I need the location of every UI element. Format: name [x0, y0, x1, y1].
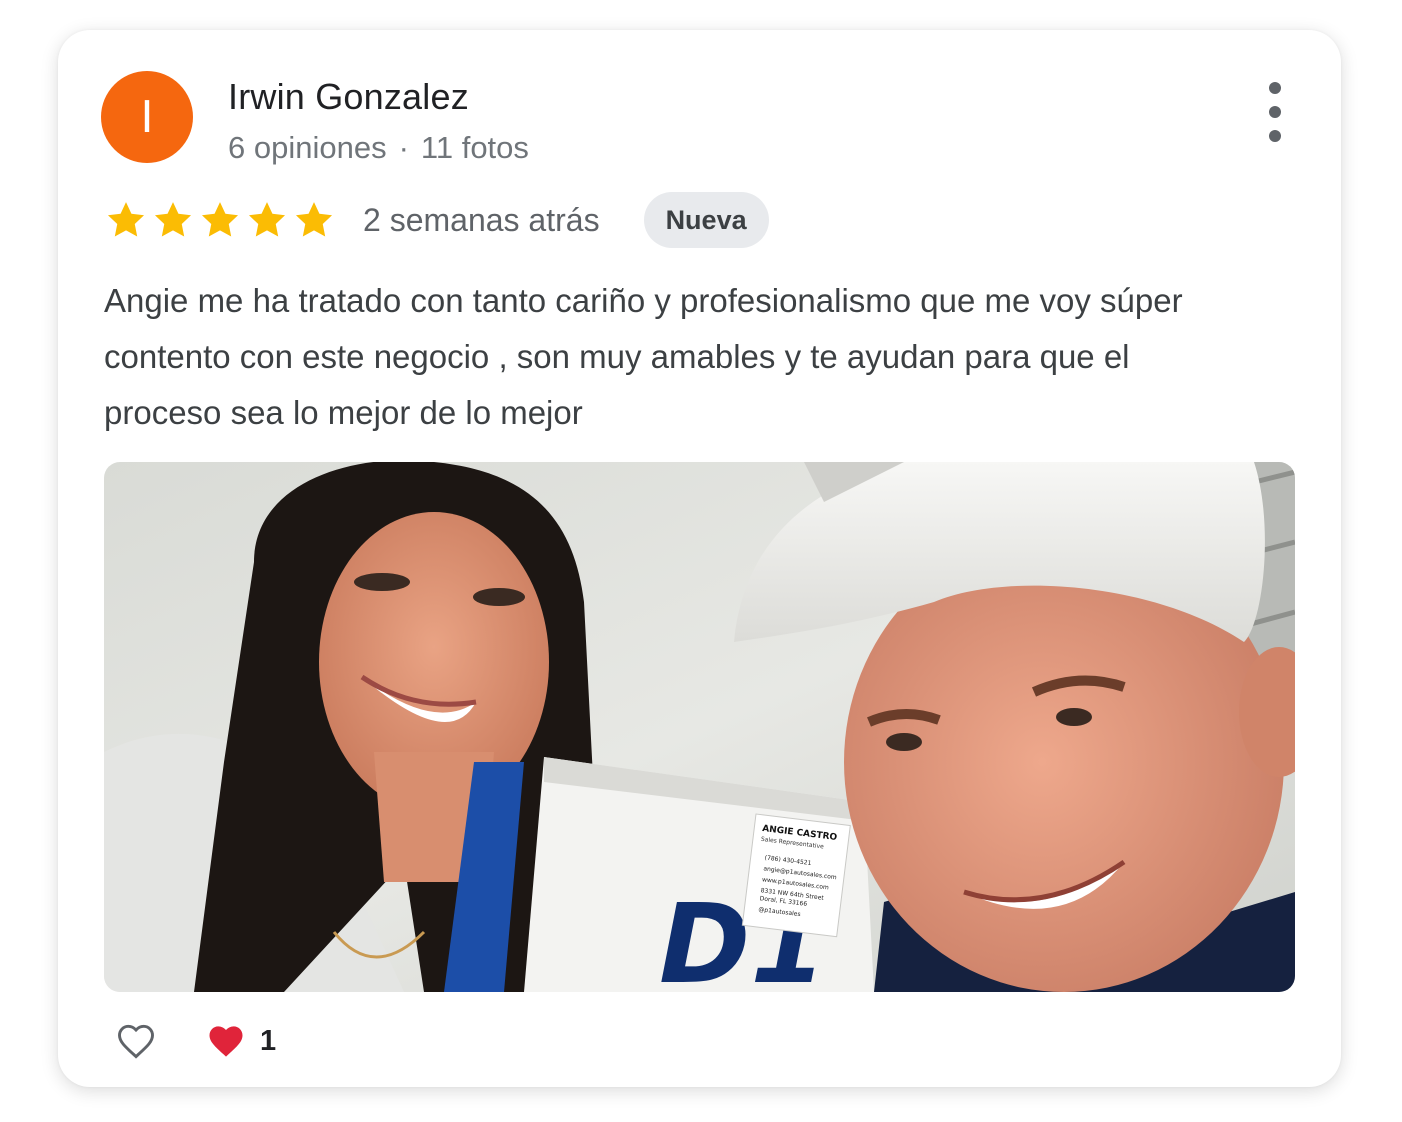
meta-separator: · [398, 130, 409, 165]
new-badge: Nueva [643, 192, 769, 248]
star-icon [201, 202, 239, 237]
author-meta: 6 opiniones · 11 fotos [228, 130, 529, 166]
star-icon [107, 202, 145, 237]
photos-count: 11 fotos [420, 130, 529, 165]
reviews-count: 6 opiniones [228, 130, 387, 165]
author-name[interactable]: Irwin Gonzalez [228, 76, 469, 118]
heart-outline-icon[interactable] [114, 1019, 158, 1063]
review-card: I Irwin Gonzalez 6 opiniones · 11 fotos … [58, 30, 1341, 1087]
star-rating [105, 199, 335, 241]
selfie-photo: D1 ANGIE CASTRO Sales Representative (78… [104, 462, 1295, 992]
avatar[interactable]: I [101, 71, 193, 163]
review-actions: 1 [114, 1015, 276, 1067]
star-icon [248, 202, 286, 237]
love-count: 1 [260, 1024, 277, 1057]
star-icon [154, 202, 192, 237]
review-date: 2 semanas atrás [363, 201, 600, 238]
love-reaction-button[interactable]: 1 [204, 1019, 276, 1063]
review-text: Angie me ha tratado con tanto cariño y p… [104, 282, 1183, 431]
heart-filled-icon [209, 1026, 243, 1057]
avatar-initial: I [140, 91, 154, 143]
rating-row: 2 semanas atrás Nueva [105, 190, 769, 250]
more-options-icon[interactable] [1258, 82, 1292, 142]
star-icon [295, 202, 333, 237]
review-photo[interactable]: D1 ANGIE CASTRO Sales Representative (78… [104, 462, 1295, 992]
